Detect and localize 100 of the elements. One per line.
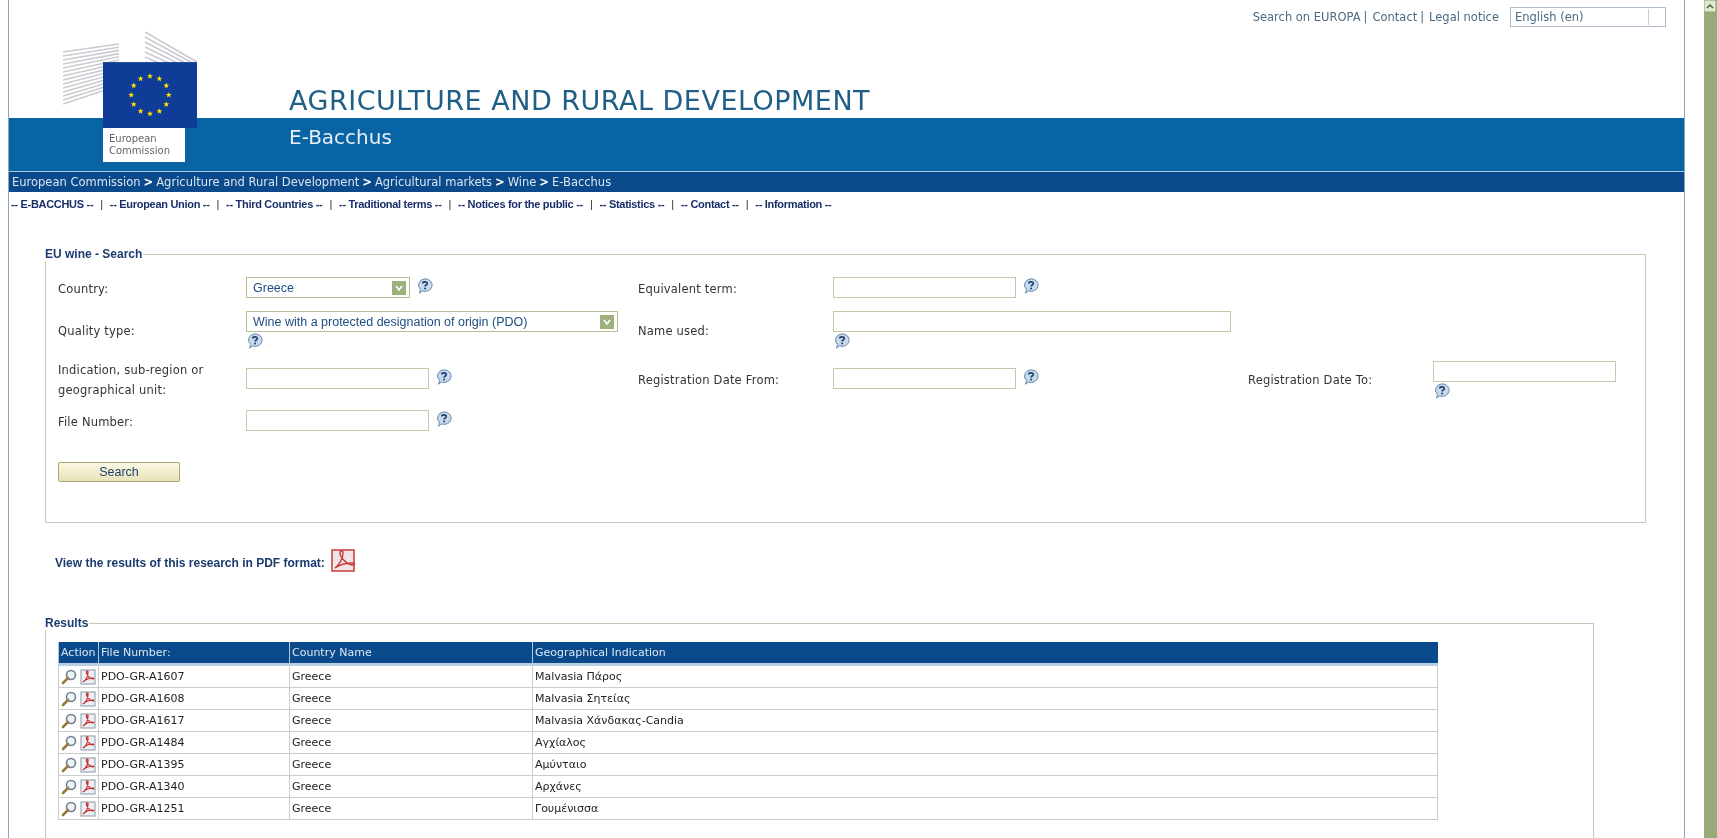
field-label: Equivalent term: (638, 281, 738, 298)
breadcrumb-link[interactable]: Wine (507, 175, 537, 189)
help-icon[interactable] (1022, 277, 1040, 295)
scrollbar[interactable] (1704, 0, 1717, 838)
input-field[interactable] (246, 410, 429, 431)
search-icon[interactable] (61, 756, 77, 773)
field-label: Registration Date To: (1248, 372, 1374, 389)
help-icon[interactable] (1433, 381, 1451, 400)
breadcrumb-link[interactable]: Agricultural markets (374, 175, 492, 189)
pdf-icon[interactable] (80, 668, 96, 685)
table-cell: PDO-GR-A1340 (98, 775, 290, 798)
column-header[interactable]: File Number: (98, 642, 290, 665)
dropdown[interactable]: Greece (246, 277, 410, 298)
panel-legend: EU wine - Search (44, 247, 144, 261)
table-cell: Αρχάνες (532, 775, 1438, 798)
pdf-link[interactable]: View the results of this research in PDF format: (55, 556, 325, 572)
pdf-icon[interactable] (80, 800, 96, 817)
input-field[interactable] (1433, 360, 1616, 382)
search-icon[interactable] (61, 690, 77, 707)
nav-separator: | (670, 198, 675, 210)
search-icon[interactable] (61, 734, 77, 751)
nav-link[interactable]: -- Notices for the public -- (458, 198, 583, 210)
table-cell: Greece (289, 687, 533, 710)
table-cell: Greece (289, 709, 533, 732)
search-icon[interactable] (61, 800, 77, 817)
search-icon[interactable] (61, 668, 77, 685)
table-cell: Malvasia Χάνδακας-Candia (532, 709, 1438, 732)
nav-separator: | (215, 198, 221, 210)
table-cell: Αγχίαλος (532, 731, 1438, 754)
help-icon[interactable] (833, 332, 851, 350)
table-cell: PDO-GR-A1617 (98, 709, 290, 732)
table-cell: Greece (289, 797, 533, 820)
nav-separator: | (447, 198, 453, 210)
table-cell: Greece (289, 664, 533, 688)
nav-separator: | (99, 198, 104, 210)
breadcrumb-separator: > (143, 175, 154, 189)
top-link[interactable]: Contact (1372, 10, 1418, 24)
field-label: File Number: (58, 414, 135, 431)
breadcrumb-separator: > (539, 175, 549, 189)
pdf-icon[interactable] (80, 734, 96, 751)
link-separator: | (1420, 10, 1425, 24)
input-field[interactable] (833, 311, 1231, 332)
field-label: Registration Date From: (638, 372, 781, 389)
scroll-up-icon[interactable] (1704, 0, 1716, 12)
table-cell: Greece (289, 753, 533, 776)
breadcrumb-separator: > (362, 175, 372, 189)
breadcrumb-link[interactable]: European Commission (12, 175, 141, 189)
nav-link[interactable]: -- Third Countries -- (226, 198, 323, 210)
pdf-icon[interactable] (80, 778, 96, 795)
table-cell: Greece (289, 775, 533, 798)
nav-separator: | (328, 198, 334, 210)
site-title: AGRICULTURE AND RURAL DEVELOPMENT (289, 85, 871, 118)
table-cell: PDO-GR-A1608 (98, 687, 290, 710)
search-icon[interactable] (61, 778, 77, 795)
link-separator: | (1363, 10, 1368, 24)
nav-separator: | (588, 198, 594, 210)
nav-separator: | (744, 198, 750, 210)
input-field[interactable] (246, 368, 429, 389)
nav-link[interactable]: -- Traditional terms -- (339, 198, 442, 210)
search-icon[interactable] (61, 712, 77, 729)
nav-link[interactable]: -- European Union -- (109, 198, 210, 210)
breadcrumb-link[interactable]: E-Bacchus (552, 175, 612, 189)
top-link[interactable]: Search on EUROPA (1252, 10, 1361, 24)
field-label: Country: (58, 281, 110, 298)
logo-text: European Commission (103, 128, 185, 162)
pdf-icon[interactable] (80, 756, 96, 773)
flag-icon (103, 62, 197, 128)
table-cell: PDO-GR-A1395 (98, 753, 290, 776)
table-cell: PDO-GR-A1251 (98, 797, 290, 820)
language-select[interactable]: English (en) (1510, 7, 1666, 27)
column-header[interactable]: Geographical Indication (532, 642, 1438, 665)
breadcrumb-link[interactable]: Agriculture and Rural Development (156, 175, 360, 189)
pdf-icon[interactable] (330, 546, 357, 572)
top-link[interactable]: Legal notice (1429, 10, 1499, 24)
help-icon[interactable] (435, 410, 453, 428)
help-icon[interactable] (416, 277, 434, 295)
table-cell: PDO-GR-A1607 (98, 664, 290, 688)
nav-link[interactable]: -- E-BACCHUS -- (11, 198, 94, 210)
panel-legend: Results (44, 616, 90, 630)
input-field[interactable] (833, 368, 1016, 389)
dropdown[interactable]: Wine with a protected designation of origin (PDO) (246, 311, 618, 332)
nav-link[interactable]: -- Information -- (755, 198, 832, 210)
help-icon[interactable] (1022, 368, 1040, 386)
pdf-icon[interactable] (80, 690, 96, 707)
help-icon[interactable] (246, 332, 264, 350)
input-field[interactable] (833, 277, 1016, 298)
site-subtitle: E-Bacchus (289, 124, 393, 149)
column-header[interactable]: Action (58, 642, 99, 665)
table-cell: Malvasia Σητείας (532, 687, 1438, 710)
search-button[interactable]: Search (58, 462, 180, 482)
field-label: Name used: (638, 322, 711, 340)
table-cell: Γουμένισσα (532, 797, 1438, 820)
table-cell: Malvasia Πάρος (532, 664, 1438, 688)
help-icon[interactable] (435, 368, 453, 386)
column-header[interactable]: Country Name (289, 642, 533, 665)
nav-link[interactable]: -- Contact -- (680, 198, 739, 210)
pdf-icon[interactable] (80, 712, 96, 729)
nav-link[interactable]: -- Statistics -- (599, 198, 665, 210)
table-cell: PDO-GR-A1484 (98, 731, 290, 754)
table-cell: Αμύνταιο (532, 753, 1438, 776)
